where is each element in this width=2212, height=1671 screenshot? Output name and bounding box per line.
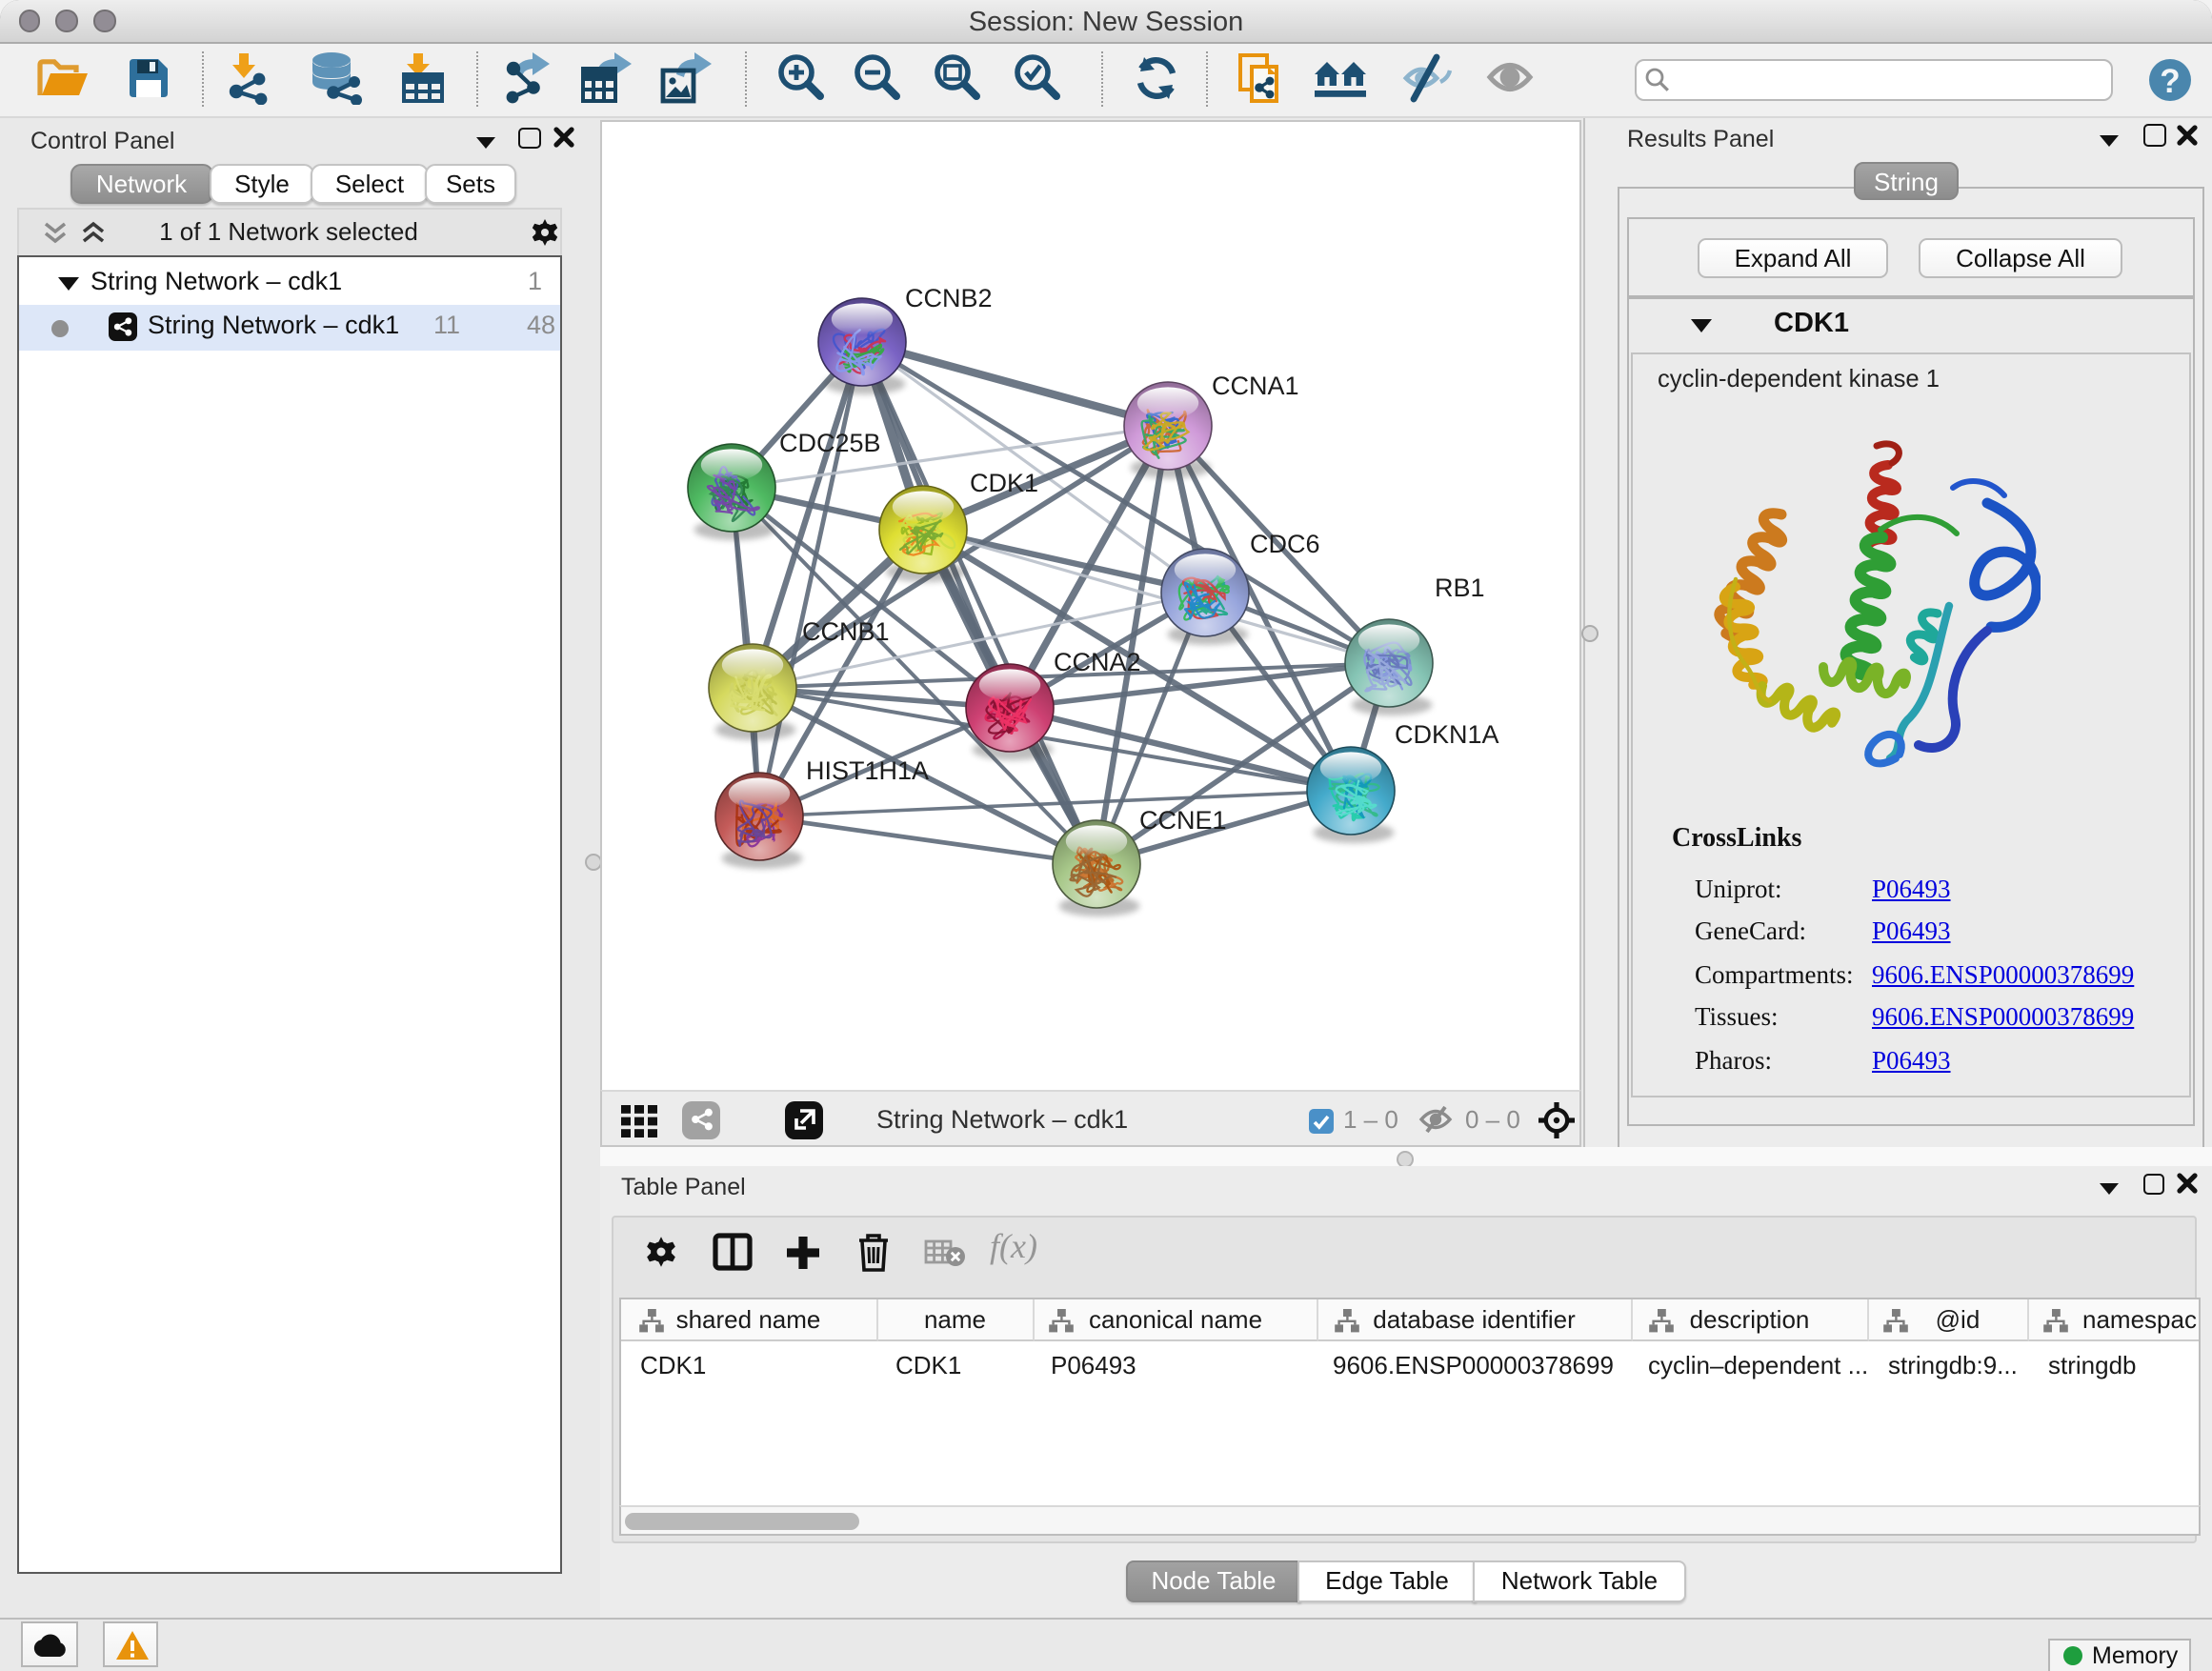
svg-text:RB1: RB1 bbox=[1435, 574, 1485, 602]
svg-text:CDC25B: CDC25B bbox=[779, 429, 881, 457]
svg-text:CDK1: CDK1 bbox=[970, 469, 1038, 497]
svg-text:CDKN1A: CDKN1A bbox=[1395, 720, 1499, 749]
svg-text:CCNA1: CCNA1 bbox=[1212, 372, 1299, 400]
svg-text:CCNB1: CCNB1 bbox=[802, 617, 890, 646]
svg-text:CCNE1: CCNE1 bbox=[1139, 806, 1227, 835]
svg-text:CDC6: CDC6 bbox=[1250, 530, 1320, 558]
svg-text:HIST1H1A: HIST1H1A bbox=[806, 756, 929, 785]
svg-text:?: ? bbox=[2160, 63, 2180, 100]
svg-text:CCNA2: CCNA2 bbox=[1054, 648, 1141, 676]
svg-text:CCNB2: CCNB2 bbox=[905, 284, 993, 312]
